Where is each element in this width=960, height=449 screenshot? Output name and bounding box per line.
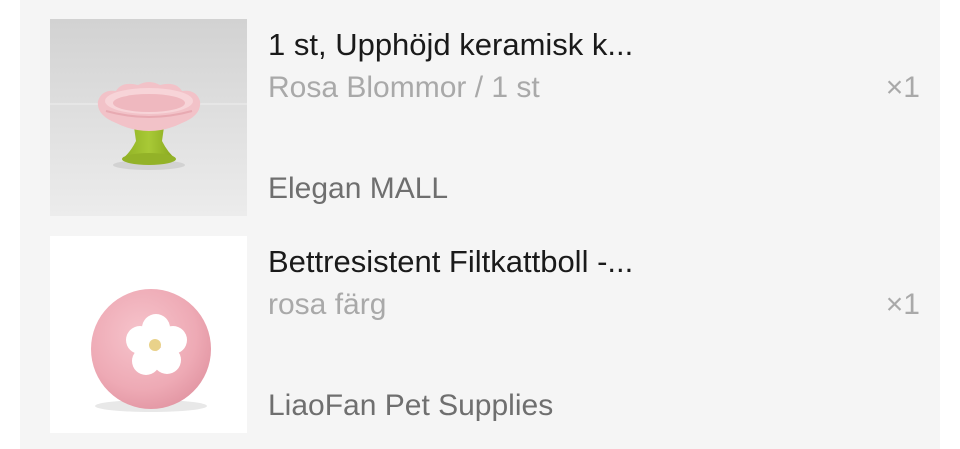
product-variant: Rosa Blommor / 1 st [268, 71, 540, 104]
product-image[interactable] [50, 19, 247, 216]
store-name[interactable]: LiaoFan Pet Supplies [268, 388, 553, 424]
felt-cat-ball-icon [50, 236, 247, 433]
list-item[interactable]: 1 st, Upphöjd keramisk k... Rosa Blommor… [50, 19, 920, 216]
product-image[interactable] [50, 236, 247, 433]
order-items-panel: 1 st, Upphöjd keramisk k... Rosa Blommor… [20, 0, 940, 449]
product-title[interactable]: 1 st, Upphöjd keramisk k... [268, 27, 788, 63]
product-quantity: ×1 [885, 71, 920, 104]
ceramic-flower-bowl-icon [50, 19, 247, 216]
list-item[interactable]: Bettresistent Filtkattboll -... rosa fär… [50, 236, 920, 433]
product-variant: rosa färg [268, 288, 387, 321]
product-title[interactable]: Bettresistent Filtkattboll -... [268, 244, 788, 280]
product-quantity: ×1 [885, 288, 920, 321]
store-name[interactable]: Elegan MALL [268, 171, 448, 207]
